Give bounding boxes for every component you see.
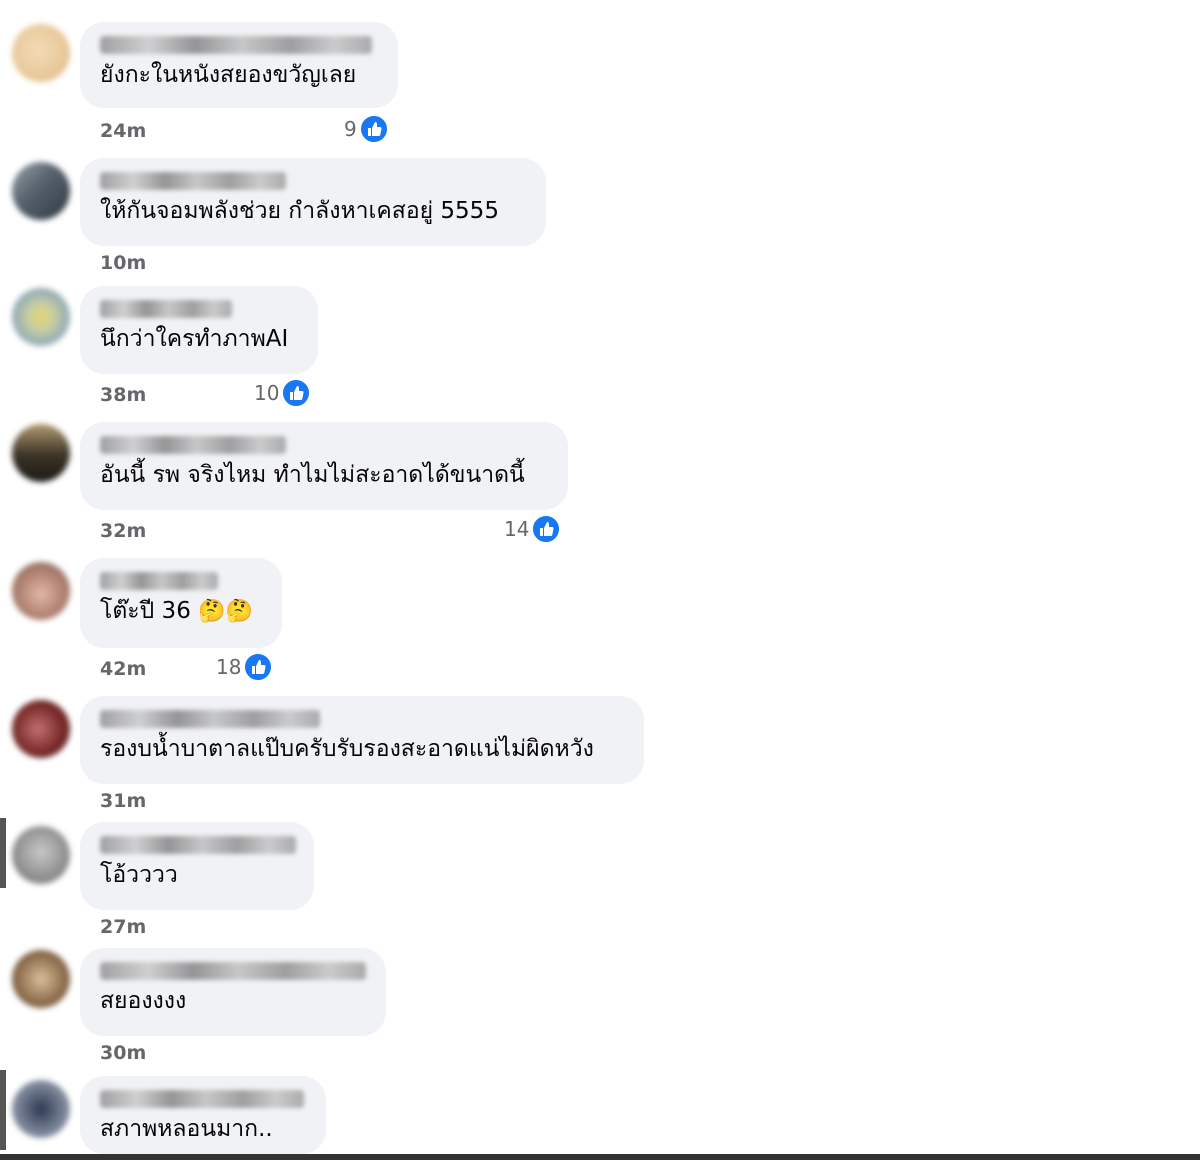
comment-time[interactable]: 31m [100, 790, 146, 812]
window-edge [0, 818, 6, 888]
like-icon [358, 114, 389, 144]
like-icon [243, 652, 274, 682]
comment-text: สภาพหลอนมาก.. [100, 1116, 273, 1142]
like-count-text: 9 [344, 117, 357, 141]
comment-time[interactable]: 24m [100, 120, 146, 142]
comment-time[interactable]: 32m [100, 520, 146, 542]
like-count-text: 14 [504, 517, 530, 541]
bottom-border [0, 1154, 1200, 1160]
comment-time[interactable]: 30m [100, 1042, 146, 1064]
comment-bubble: สยองงงง [80, 948, 386, 1036]
comment-bubble: รองบน้ำบาตาลแป๊บครับรับรองสะอาดแน่ไม่ผิด… [80, 696, 644, 784]
like-count[interactable]: 10 [254, 378, 312, 408]
avatar[interactable] [12, 288, 70, 346]
avatar[interactable] [12, 700, 70, 758]
comment-bubble: โอ้วววว [80, 822, 314, 910]
comment-bubble: ยังกะในหนังสยองขวัญเลย [80, 22, 398, 108]
comment-text: ยังกะในหนังสยองขวัญเลย [100, 62, 357, 88]
commenter-name-blurred[interactable] [100, 36, 372, 54]
like-count[interactable]: 14 [504, 514, 562, 544]
comment-time[interactable]: 10m [100, 252, 146, 274]
avatar[interactable] [12, 24, 70, 82]
avatar[interactable] [12, 162, 70, 220]
like-count-text: 18 [216, 655, 242, 679]
commenter-name-blurred[interactable] [100, 300, 232, 318]
comment-text: รองบน้ำบาตาลแป๊บครับรับรองสะอาดแน่ไม่ผิด… [100, 736, 594, 762]
comment-bubble: อันนี้ รพ จริงไหม ทำไมไม่สะอาดได้ขนาดนี้ [80, 422, 568, 510]
window-edge [0, 1070, 6, 1150]
comment-bubble: นึกว่าใครทำภาพAI [80, 286, 318, 374]
comment-time[interactable]: 38m [100, 384, 146, 406]
comment-text: สยองงงง [100, 988, 187, 1014]
comment-text: อันนี้ รพ จริงไหม ทำไมไม่สะอาดได้ขนาดนี้ [100, 462, 525, 488]
comment-text: โต๊ะปี 36 [100, 598, 191, 624]
like-icon [281, 378, 312, 408]
comment-bubble: โต๊ะปี 36 🤔🤔 [80, 558, 282, 648]
comment-bubble: ให้กันจอมพลังช่วย กำลังหาเคสอยู่ 5555 [80, 158, 546, 246]
commenter-name-blurred[interactable] [100, 572, 218, 590]
like-count[interactable]: 18 [216, 652, 274, 682]
commenter-name-blurred[interactable] [100, 1090, 304, 1108]
comment-bubble: สภาพหลอนมาก.. [80, 1076, 326, 1154]
avatar[interactable] [12, 950, 70, 1008]
like-count-text: 10 [254, 381, 280, 405]
avatar[interactable] [12, 826, 70, 884]
commenter-name-blurred[interactable] [100, 962, 366, 980]
thinking-face-icon: 🤔🤔 [198, 599, 253, 624]
comment-text: โอ้วววว [100, 862, 178, 888]
comment-text: นึกว่าใครทำภาพAI [100, 326, 289, 352]
like-count[interactable]: 9 [344, 114, 389, 144]
avatar[interactable] [12, 1080, 70, 1138]
avatar[interactable] [12, 424, 70, 482]
avatar[interactable] [12, 562, 70, 620]
like-icon [531, 514, 562, 544]
commenter-name-blurred[interactable] [100, 836, 296, 854]
comment-time[interactable]: 42m [100, 658, 146, 680]
comment-text-row: โต๊ะปี 36 🤔🤔 [100, 596, 262, 627]
commenter-name-blurred[interactable] [100, 710, 320, 728]
comment-time[interactable]: 27m [100, 916, 146, 938]
commenter-name-blurred[interactable] [100, 172, 286, 190]
commenter-name-blurred[interactable] [100, 436, 286, 454]
comment-text: ให้กันจอมพลังช่วย กำลังหาเคสอยู่ 5555 [100, 198, 499, 224]
